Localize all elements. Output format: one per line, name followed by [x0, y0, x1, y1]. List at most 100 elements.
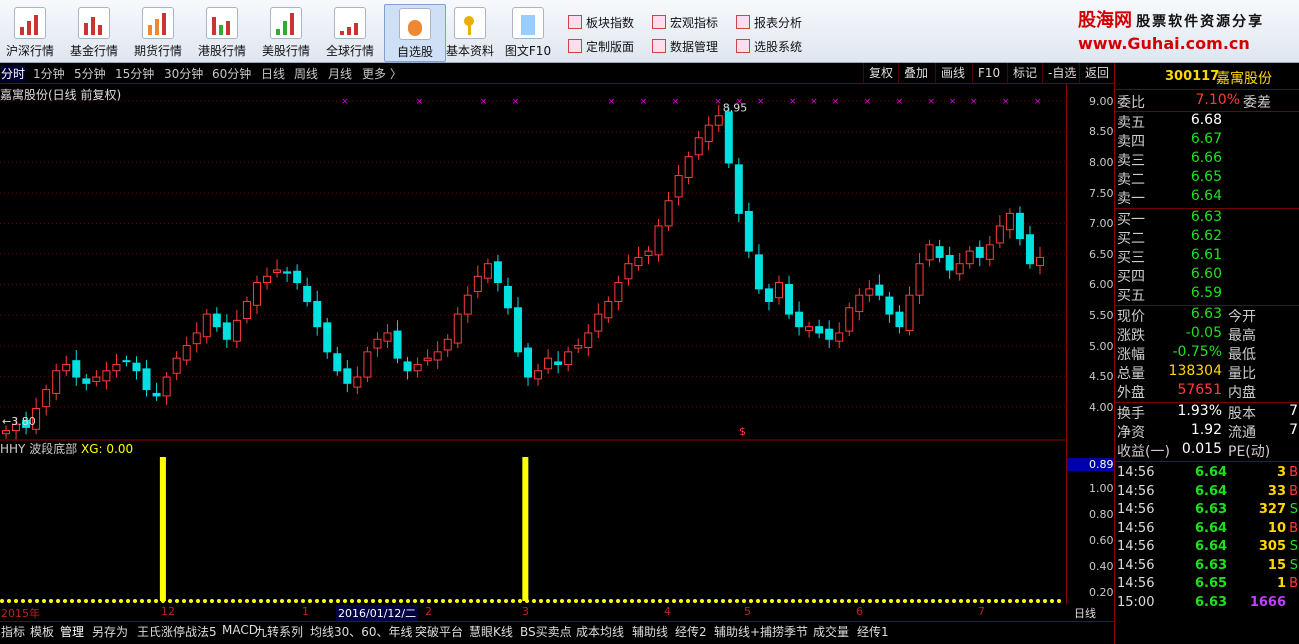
- candle-body: [483, 263, 492, 279]
- toolbar-button-us-quotes[interactable]: 美股行情: [256, 4, 316, 60]
- period-daily[interactable]: 日线: [261, 65, 285, 82]
- chart-title: 嘉寓股份(日线 前复权): [0, 88, 122, 102]
- report-analysis-button[interactable]: 报表分析: [736, 13, 802, 33]
- candle-body: [845, 307, 854, 332]
- candle-body: [744, 210, 753, 252]
- remove-watchlist-button[interactable]: -自选: [1042, 63, 1081, 83]
- indicator-baseline-dot: [196, 599, 200, 603]
- candle-body: [704, 124, 713, 143]
- sector-index-button[interactable]: 板块指数: [568, 13, 634, 33]
- draw-line-button[interactable]: 画线: [935, 63, 970, 83]
- toolbar-button-watchlist[interactable]: 自选股: [384, 4, 446, 62]
- tick-volume: 10: [1267, 520, 1286, 536]
- restore-rights-button[interactable]: 复权: [863, 63, 898, 83]
- tick-volume: 327: [1258, 502, 1286, 517]
- mark-button[interactable]: 标记: [1007, 63, 1042, 83]
- tick-time: 14:56: [1117, 465, 1155, 480]
- candle-body: [694, 137, 703, 156]
- toolbar-button-fund-quotes[interactable]: 基金行情: [64, 4, 124, 60]
- period-5min[interactable]: 5分钟: [74, 65, 106, 82]
- date-label: 3: [522, 605, 529, 618]
- indicator-baseline-dot: [959, 599, 963, 603]
- tab-ma-lines[interactable]: 均线30、60、年线: [310, 623, 413, 640]
- period-1min[interactable]: 1分钟: [33, 65, 65, 82]
- period-intraday[interactable]: 分时: [1, 65, 26, 82]
- indicator-baseline-dot: [553, 599, 557, 603]
- toolbar-button-f10[interactable]: 图文F10: [498, 4, 558, 60]
- data-management-button[interactable]: 数据管理: [652, 37, 718, 57]
- indicator-baseline-dot: [574, 599, 578, 603]
- custom-layout-button[interactable]: 定制版面: [568, 37, 634, 57]
- tab-template[interactable]: 模板: [30, 623, 54, 640]
- tab-macd[interactable]: MACD: [222, 623, 258, 637]
- candle-body: [1025, 234, 1034, 265]
- stat-row: 净资 1.92 流通 7: [1117, 422, 1298, 441]
- key-icon: [454, 7, 486, 39]
- tab-aux-line[interactable]: 辅助线: [632, 623, 668, 640]
- tab-smart-kline[interactable]: 慧眼K线: [469, 623, 513, 640]
- indicator-baseline-dot: [623, 599, 627, 603]
- back-button[interactable]: 返回: [1079, 63, 1114, 83]
- period-15min[interactable]: 15分钟: [115, 65, 154, 82]
- tab-indicator-wang[interactable]: 王氏涨停战法5: [137, 623, 217, 640]
- f10-button[interactable]: F10: [972, 63, 1005, 83]
- tick-time: 15:00: [1117, 594, 1155, 610]
- ask-2-row: 卖二 6.65: [1117, 169, 1222, 188]
- indicator-baseline-dot: [147, 599, 151, 603]
- signal-marker: ×: [608, 97, 616, 107]
- toolbar-button-futures-quotes[interactable]: 期货行情: [128, 4, 188, 60]
- candle-body: [564, 351, 573, 365]
- toolbar-button-hk-quotes[interactable]: 港股行情: [192, 4, 252, 60]
- period-monthly[interactable]: 月线: [328, 65, 352, 82]
- stat-row: 总量 138304 量比: [1117, 363, 1256, 382]
- candle-body: [915, 263, 924, 296]
- candle-body: [273, 269, 282, 274]
- indicator-baseline-dot: [749, 599, 753, 603]
- indicator-baseline-dot: [560, 599, 564, 603]
- macro-indicator-button[interactable]: 宏观指标: [652, 13, 718, 33]
- tab-jingchuan2[interactable]: 经传2: [675, 623, 707, 640]
- indicator-baseline-dot: [924, 599, 928, 603]
- indicator-baseline-dot: [546, 599, 550, 603]
- toolbar-button-global-quotes[interactable]: 全球行情: [320, 4, 380, 60]
- tab-volume[interactable]: 成交量: [813, 623, 849, 640]
- signal-marker: ×: [970, 97, 978, 107]
- tab-save-as[interactable]: 另存为: [92, 623, 128, 640]
- candle-body: [142, 368, 151, 391]
- tab-nine-turn[interactable]: 九转系列: [255, 623, 303, 640]
- tab-indicator[interactable]: 指标: [1, 623, 25, 640]
- candle-body: [684, 156, 693, 178]
- candle-body: [283, 271, 292, 274]
- tab-manage[interactable]: 管理: [60, 623, 84, 640]
- tab-cost-ma[interactable]: 成本均线: [576, 623, 624, 640]
- chart-signal-mark: $: [739, 425, 746, 438]
- toolbar-button-hs-quotes[interactable]: 沪深行情: [0, 4, 60, 60]
- candle-body: [72, 360, 81, 378]
- overlay-button[interactable]: 叠加: [898, 63, 933, 83]
- indicator-baseline-dot: [770, 599, 774, 603]
- period-weekly[interactable]: 周线: [294, 65, 318, 82]
- period-more[interactable]: 更多 〉: [362, 65, 402, 82]
- stock-screener-button[interactable]: 选股系统: [736, 37, 802, 57]
- signal-marker: ×: [895, 97, 903, 107]
- period-30min[interactable]: 30分钟: [164, 65, 203, 82]
- indicator-baseline-dot: [980, 599, 984, 603]
- tick-price: 6.64: [1195, 483, 1228, 499]
- tab-aux-capture[interactable]: 辅助线+捕捞季节: [714, 623, 808, 640]
- indicator-baseline-dot: [665, 599, 669, 603]
- indicator-baseline-dot: [539, 599, 543, 603]
- candle-body: [955, 263, 964, 275]
- tab-bs-points[interactable]: BS买卖点: [520, 623, 572, 640]
- candle-body: [805, 326, 814, 331]
- tick-time: 14:56: [1117, 483, 1155, 499]
- bid-2-row: 买二 6.62: [1117, 228, 1222, 247]
- candle-body: [383, 332, 392, 342]
- indicator-baseline-dot: [700, 599, 704, 603]
- indicator-baseline-dot: [602, 599, 606, 603]
- signal-marker: ×: [512, 97, 520, 107]
- toolbar-button-basic-info[interactable]: 基本资料: [440, 4, 500, 60]
- period-60min[interactable]: 60分钟: [212, 65, 251, 82]
- tab-breakout[interactable]: 突破平台: [415, 623, 463, 640]
- tab-jingchuan1[interactable]: 经传1: [857, 623, 889, 640]
- candlestick-chart[interactable]: 8.95× × × × × × × × × × × × × × × × × × × ×: [0, 84, 1066, 604]
